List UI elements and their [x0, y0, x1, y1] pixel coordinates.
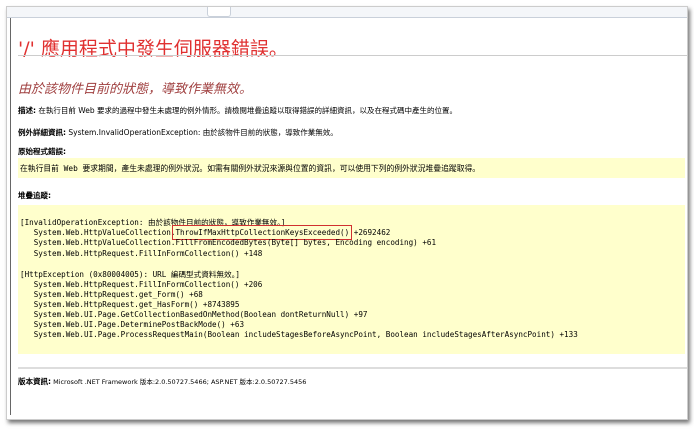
description: 描述: 在執行目前 Web 要求的過程中發生未處理的例外情形。請檢閱堆疊追蹤以取… — [18, 105, 457, 116]
stack-line: System.Web.HttpRequest.FillInFormCollect… — [20, 279, 263, 289]
page-title: '/' 應用程式中發生伺服器錯誤。 — [18, 38, 288, 60]
browser-toolbar — [7, 7, 687, 18]
divider — [18, 55, 687, 56]
stack-trace-heading: 堆疊追蹤: — [18, 191, 51, 200]
exception-details-text: System.InvalidOperationException: 由於該物件目… — [66, 128, 338, 137]
stack-line: System.Web.HttpValueCollection.ThrowIfMa… — [20, 224, 391, 240]
stack-line: System.Web.UI.Page.GetCollectionBasedOnM… — [20, 309, 368, 319]
version-label: 版本資訊: — [18, 377, 51, 386]
source-error-box: 在執行目前 Web 要求期間，產生未處理的例外狀況。如需有關例外狀況來源與位置的… — [18, 158, 685, 178]
description-label: 描述: — [18, 106, 36, 115]
source-error-heading: 原始程式錯誤: — [18, 147, 66, 156]
stack-line: [InvalidOperationException: 由於該物件目前的狀態，導… — [20, 218, 286, 227]
exception-details-label: 例外詳細資訊: — [18, 128, 66, 137]
exception-details: 例外詳細資訊: System.InvalidOperationException… — [18, 127, 338, 138]
source-error-text: 在執行目前 Web 要求期間，產生未處理的例外狀況。如需有關例外狀況來源與位置的… — [20, 164, 481, 173]
source-error-label: 原始程式錯誤: — [18, 146, 66, 157]
divider — [18, 367, 687, 369]
stack-line: System.Web.HttpRequest.get_HasForm() +87… — [20, 299, 240, 309]
browser-tab[interactable] — [207, 7, 231, 17]
error-page: '/' 應用程式中發生伺服器錯誤。 由於該物件目前的狀態，導致作業無效。 描述:… — [10, 18, 687, 415]
stack-line: [HttpException (0x80004005): URL 編碼型式資料無… — [20, 270, 240, 279]
stack-line: System.Web.HttpRequest.get_Form() +68 — [20, 289, 203, 299]
stack-trace-label: 堆疊追蹤: — [18, 190, 51, 201]
version-text: Microsoft .NET Framework 版本:2.0.50727.54… — [51, 378, 307, 386]
stack-trace-box: [InvalidOperationException: 由於該物件目前的狀態，導… — [18, 205, 685, 354]
browser-window: '/' 應用程式中發生伺服器錯誤。 由於該物件目前的狀態，導致作業無效。 描述:… — [6, 6, 688, 420]
stack-line-part: +2692462 — [349, 227, 391, 237]
error-subtitle: 由於該物件目前的狀態，導致作業無效。 — [18, 82, 253, 97]
highlighted-method: ThrowIfMaxHttpCollectionKeysExceeded() — [172, 224, 353, 240]
description-text: 在執行目前 Web 要求的過程中發生未處理的例外情形。請檢閱堆疊追蹤以取得錯誤的… — [36, 106, 458, 115]
stack-line: System.Web.HttpValueCollection.FillFromE… — [20, 238, 437, 247]
stack-line: System.Web.UI.Page.DeterminePostBackMode… — [20, 319, 245, 329]
version-info: 版本資訊: Microsoft .NET Framework 版本:2.0.50… — [18, 376, 306, 387]
stack-line: System.Web.UI.Page.ProcessRequestMain(Bo… — [20, 329, 578, 339]
stack-line-part: System.Web.HttpValueCollection. — [20, 227, 176, 237]
stack-line: System.Web.HttpRequest.FillInFormCollect… — [20, 248, 263, 258]
